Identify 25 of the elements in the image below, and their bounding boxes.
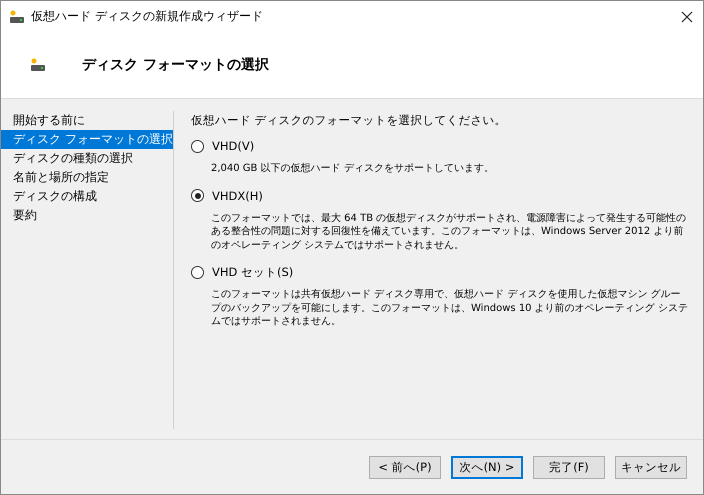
disk-icon — [30, 58, 46, 72]
radio-button[interactable] — [191, 140, 204, 152]
radio-label[interactable]: VHD(V) — [212, 139, 254, 153]
sidebar-item[interactable]: ディスクの構成 — [1, 187, 173, 206]
wizard-button[interactable]: キャンセル — [615, 456, 687, 478]
radio-label[interactable]: VHD セット(S) — [212, 264, 294, 280]
radio-button[interactable] — [191, 189, 204, 202]
prompt-text: 仮想ハード ディスクのフォーマットを選択してください。 — [191, 113, 508, 128]
wizard-button[interactable]: 完了(F) — [533, 456, 605, 478]
wizard-button[interactable]: < 前へ(P) — [369, 456, 441, 478]
wizard-button[interactable]: 次へ(N) > — [451, 456, 523, 478]
sidebar-item[interactable]: ディスクの種類の選択 — [1, 149, 173, 168]
sidebar-item[interactable]: 開始する前に — [1, 111, 173, 130]
radio-label[interactable]: VHDX(H) — [212, 188, 263, 202]
option-description: このフォーマットでは、最大 64 TB の仮想ディスクがサポートされ、電源障害によって発生する可能性のある整合性の問題に対する回復性を備えています。このフォーマットは、Windows Server 2012 より前のオペレーティング システムではサポートされません。 — [211, 212, 688, 252]
close-icon[interactable] — [681, 10, 693, 22]
window-title: 仮想ハード ディスクの新規作成ウィザード — [31, 8, 264, 25]
sidebar-item[interactable]: ディスク フォーマットの選択 — [1, 130, 173, 149]
page-heading: ディスク フォーマットの選択 — [82, 56, 269, 74]
sidebar-item[interactable]: 名前と場所の指定 — [1, 168, 173, 187]
sidebar-item[interactable]: 要約 — [1, 206, 173, 225]
option-description: 2,040 GB 以下の仮想ハード ディスクをサポートしています。 — [211, 162, 495, 176]
disk-icon — [9, 10, 25, 24]
option-description: このフォーマットは共有仮想ハード ディスク専用で、仮想ハード ディスクを使用した仮想マシン グループのバックアップを可能にします。このフォーマットは、Windows 10 より前のオペレーティング システムではサポートされません。 — [211, 288, 689, 328]
radio-button[interactable] — [191, 266, 204, 278]
